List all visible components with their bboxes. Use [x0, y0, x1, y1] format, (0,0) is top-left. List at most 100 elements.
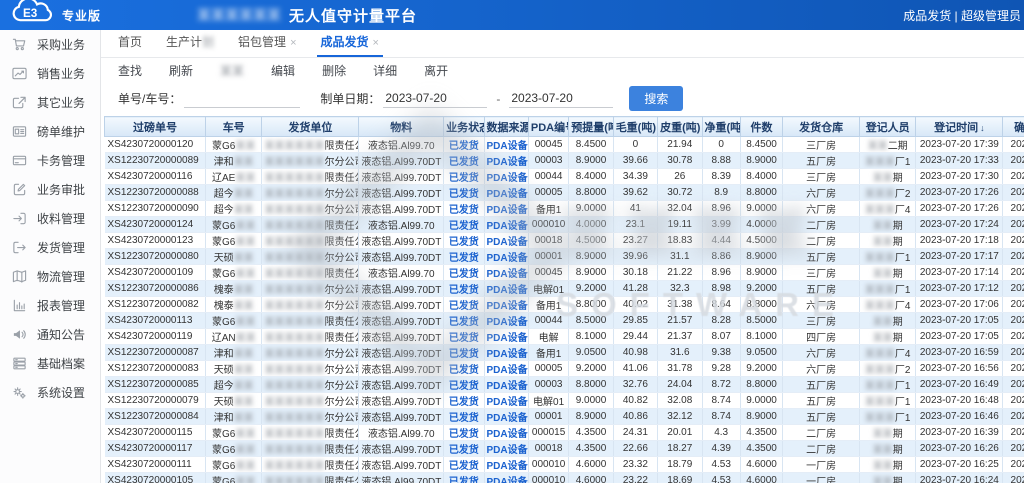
- edit-button[interactable]: 编辑: [271, 62, 295, 79]
- table-row[interactable]: XS12230720000083天硕某某某某某某某某尔分公司液态铝.Al99.7…: [105, 361, 1024, 377]
- table-row[interactable]: XS12230720000079天硕某某某某某某某某尔分公司液态铝.Al99.7…: [105, 393, 1024, 409]
- cell-net: 9.38: [702, 345, 740, 361]
- leave-button[interactable]: 离开: [424, 62, 448, 79]
- col-warehouse[interactable]: 发货仓库: [783, 117, 860, 137]
- cell-status: 已发货: [444, 281, 484, 297]
- cell-pda: 00045: [528, 137, 568, 153]
- date-to-input[interactable]: [509, 89, 613, 108]
- sidebar-item-approval[interactable]: 业务审批: [0, 175, 100, 204]
- cell-vehicle: 超今某某: [205, 185, 262, 201]
- col-tare[interactable]: 皮重(吨): [658, 117, 702, 137]
- cell-source: PDA设备: [484, 329, 528, 345]
- cell-material: 液态铝.Al99.70: [359, 425, 444, 441]
- sidebar-item-label: 基础档案: [37, 355, 85, 372]
- date-from-input[interactable]: [383, 89, 487, 108]
- cell-shipper: 某某某某某某尔分公司: [262, 409, 359, 425]
- table-row[interactable]: XS12230720000086槐泰某某某某某某某某尔分公司液态铝.Al99.7…: [105, 281, 1024, 297]
- cell-registrar: 某某期: [859, 473, 916, 483]
- table-row[interactable]: XS4230720000123蒙G6某某某某某某某某限责任公司液态铝.Al99.…: [105, 233, 1024, 249]
- close-icon[interactable]: ×: [290, 37, 296, 49]
- table-row[interactable]: XS12230720000090超今某某某某某某某某尔分公司液态铝.Al99.7…: [105, 201, 1024, 217]
- table-row[interactable]: XS12230720000089津和某某某某某某某某尔分公司液态铝.Al99.7…: [105, 153, 1024, 169]
- cell-shipper: 某某某某某某尔分公司: [262, 281, 359, 297]
- cell-shipper: 某某某某某某尔分公司: [262, 185, 359, 201]
- find-button[interactable]: 查找: [118, 62, 142, 79]
- cell-source: PDA设备: [484, 265, 528, 281]
- top-header-bar: E3 专业版 某某某某某某 无人值守计量平台 成品发货 | 超级管理员: [0, 0, 1024, 30]
- table-row[interactable]: XS4230720000116辽AE某某某某某某某某限责任公司液态铝.Al99.…: [105, 169, 1024, 185]
- sidebar-item-report[interactable]: 报表管理: [0, 291, 100, 320]
- col-pda[interactable]: PDA编号: [528, 117, 568, 137]
- col-pieces[interactable]: 件数: [740, 117, 782, 137]
- sidebar-item-purchase[interactable]: 采购业务: [0, 30, 100, 59]
- table-row[interactable]: XS12230720000085超今某某某某某某某某尔分公司液态铝.Al99.7…: [105, 377, 1024, 393]
- sort-descending-icon[interactable]: ↓: [980, 123, 985, 133]
- col-net[interactable]: 净重(吨): [702, 117, 740, 137]
- user-info[interactable]: 成品发货 | 超级管理员: [903, 7, 1024, 24]
- sidebar-item-archive[interactable]: 基础档案: [0, 349, 100, 378]
- sidebar-item-settings[interactable]: 系统设置: [0, 378, 100, 407]
- refresh-button[interactable]: 刷新: [169, 62, 193, 79]
- redacted-text: 某某某: [865, 413, 895, 424]
- table-row[interactable]: XS4230720000109蒙G6某某某某某某某某限责任公司液态铝.Al99.…: [105, 265, 1024, 281]
- tab-home[interactable]: 首页: [114, 33, 146, 57]
- cart-icon: [12, 37, 27, 52]
- order-no-input[interactable]: [184, 89, 300, 108]
- table-row[interactable]: XS12230720000087津和某某某某某某某某尔分公司液态铝.Al99.7…: [105, 345, 1024, 361]
- table-row[interactable]: XS12230720000080天硕某某某某某某某某尔分公司液态铝.Al99.7…: [105, 249, 1024, 265]
- sidebar-item-card[interactable]: 卡务管理: [0, 146, 100, 175]
- table-row[interactable]: XS4230720000113蒙G6某某某某某某某某限责任公司液态铝.Al99.…: [105, 313, 1024, 329]
- table-row[interactable]: XS4230720000120蒙G6某某某某某某某某限责任公司液态铝.Al99.…: [105, 137, 1024, 153]
- table-row[interactable]: XS12230720000088超今某某某某某某某某尔分公司液态铝.Al99.7…: [105, 185, 1024, 201]
- cell-ticket-no: XS12230720000080: [105, 249, 206, 265]
- sidebar-item-other[interactable]: 其它业务: [0, 88, 100, 117]
- close-icon[interactable]: ×: [373, 37, 379, 49]
- col-ticket-no[interactable]: 过磅单号: [105, 117, 206, 137]
- col-vehicle[interactable]: 车号: [205, 117, 262, 137]
- sidebar-item-weighbill[interactable]: 磅单维护: [0, 117, 100, 146]
- sidebar-item-notice[interactable]: 通知公告: [0, 320, 100, 349]
- col-material[interactable]: 物料: [359, 117, 444, 137]
- delete-button[interactable]: 删除: [322, 62, 346, 79]
- cell-gross: 40.02: [613, 297, 657, 313]
- search-button[interactable]: 搜索: [629, 86, 683, 111]
- cell-vehicle: 超今某某: [205, 377, 262, 393]
- col-status[interactable]: 业务状态: [444, 117, 484, 137]
- detail-button[interactable]: 详细: [373, 62, 397, 79]
- cell-gross: 23.32: [613, 457, 657, 473]
- col-source[interactable]: 数据来源: [484, 117, 528, 137]
- col-pre-qty[interactable]: 预提量(吨): [569, 117, 613, 137]
- table-row[interactable]: XS4230720000105蒙G6某某某某某某某某限责任公司液态铝.Al99.…: [105, 473, 1024, 483]
- cell-pda: 备用1: [528, 201, 568, 217]
- sidebar-item-sales[interactable]: 销售业务: [0, 59, 100, 88]
- sidebar-item-receive[interactable]: 收料管理: [0, 204, 100, 233]
- table-row[interactable]: XS4230720000115蒙G6某某某某某某某某限责任公司液态铝.Al99.…: [105, 425, 1024, 441]
- sidebar-item-shipping[interactable]: 发货管理: [0, 233, 100, 262]
- col-confirm-time[interactable]: 确认时间: [1003, 117, 1024, 137]
- table-row[interactable]: XS4230720000119辽AN某某某某某某某某限责任公司液态铝.Al99.…: [105, 329, 1024, 345]
- col-shipper[interactable]: 发货单位: [262, 117, 359, 137]
- tab-production-plan[interactable]: 生产计划: [162, 33, 218, 57]
- sidebar-item-logistics[interactable]: 物流管理: [0, 262, 100, 291]
- table-row[interactable]: XS12230720000082槐泰某某某某某某某某尔分公司液态铝.Al99.7…: [105, 297, 1024, 313]
- redacted-button[interactable]: 某某: [220, 62, 244, 79]
- table-row[interactable]: XS4230720000111蒙G6某某某某某某某某限责任公司液态铝.Al99.…: [105, 457, 1024, 473]
- cell-pre-qty: 8.8000: [569, 185, 613, 201]
- col-gross[interactable]: 毛重(吨): [613, 117, 657, 137]
- cell-warehouse: 五厂房: [783, 409, 860, 425]
- sidebar-item-label: 物流管理: [37, 268, 85, 285]
- filter-bar: 单号/车号： 制单日期： - 搜索: [101, 83, 1024, 114]
- col-reg-time[interactable]: 登记时间↓: [916, 117, 1003, 137]
- cell-status: 已发货: [444, 297, 484, 313]
- table-row[interactable]: XS4230720000117蒙G6某某某某某某某某限责任公司液态铝.Al99.…: [105, 441, 1024, 457]
- col-registrar[interactable]: 登记人员: [859, 117, 916, 137]
- cell-tare: 31.38: [658, 297, 702, 313]
- cell-reg-time: 2023-07-20 17:26: [916, 201, 1003, 217]
- tab-ladle-mgmt[interactable]: 铝包管理×: [234, 33, 300, 57]
- table-row[interactable]: XS12230720000084津和某某某某某某某某尔分公司液态铝.Al99.7…: [105, 409, 1024, 425]
- cell-material: 液态铝.Al99.70DT: [359, 473, 444, 483]
- redacted-text: 某某: [873, 269, 893, 280]
- cell-pre-qty: 4.6000: [569, 457, 613, 473]
- tab-finished-shipping[interactable]: 成品发货×: [317, 33, 383, 57]
- table-row[interactable]: XS4230720000124蒙G6某某某某某某某某限责任公司液态铝.Al99.…: [105, 217, 1024, 233]
